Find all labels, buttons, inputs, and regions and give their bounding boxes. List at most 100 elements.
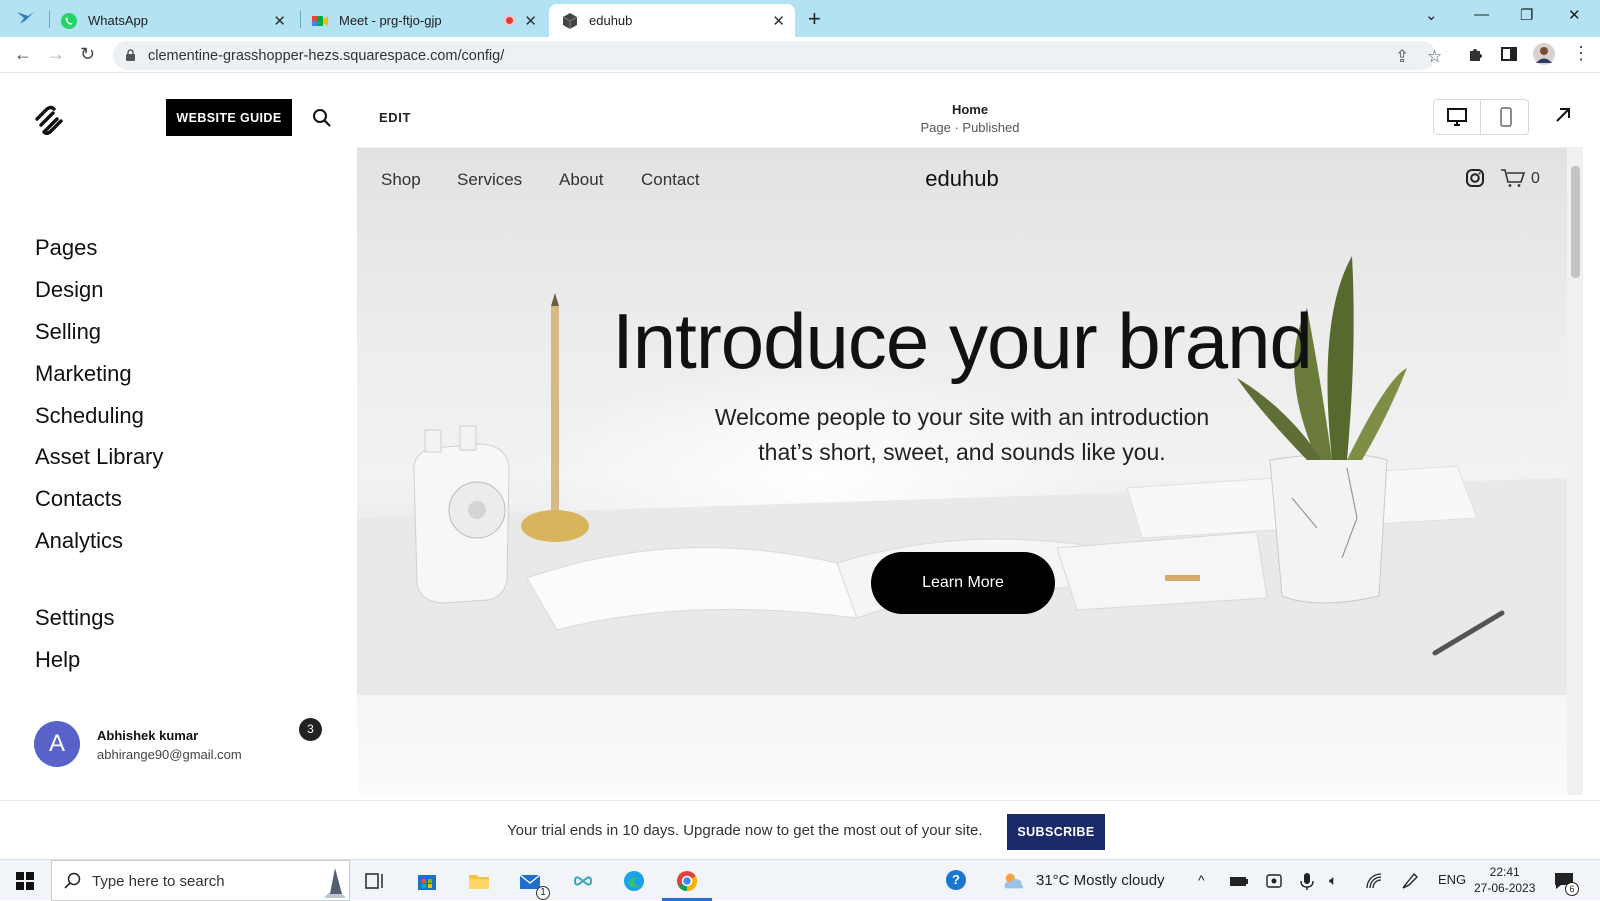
show-hidden-icons-icon[interactable]: ^ — [1198, 872, 1205, 888]
profile-avatar-icon[interactable] — [1532, 42, 1556, 66]
tab-whatsapp[interactable]: WhatsApp ✕ — [60, 4, 296, 37]
language-indicator[interactable]: ENG — [1438, 872, 1466, 887]
help-icon[interactable]: ? — [946, 870, 966, 890]
desktop-icon — [1447, 108, 1467, 126]
extensions-puzzle-icon[interactable] — [1467, 45, 1485, 63]
whatsapp-icon — [61, 12, 77, 29]
site-logo[interactable]: eduhub — [357, 166, 1567, 192]
close-tab-icon[interactable]: ✕ — [772, 12, 785, 30]
editor-header: EDIT Home Page · Published — [357, 90, 1583, 148]
clock[interactable]: 22:41 27-06-2023 — [1474, 864, 1535, 896]
restore-icon[interactable]: ❐ — [1520, 6, 1533, 24]
scrollbar-thumb[interactable] — [1571, 166, 1580, 278]
notification-badge[interactable]: 3 — [299, 718, 322, 741]
cart-icon[interactable] — [1500, 168, 1526, 188]
cart-count[interactable]: 0 — [1531, 170, 1540, 188]
reload-icon[interactable]: ↻ — [80, 44, 95, 65]
trial-message: Your trial ends in 10 days. Upgrade now … — [507, 822, 983, 839]
chrome-browser-icon[interactable] — [675, 869, 699, 893]
microsoft-store-icon[interactable] — [415, 869, 439, 893]
tab-label: WhatsApp — [88, 13, 148, 28]
microphone-icon[interactable] — [1297, 871, 1317, 891]
sidebar-item-pages[interactable]: Pages — [35, 235, 97, 261]
device-toggle — [1433, 99, 1529, 135]
avatar[interactable]: A — [34, 721, 80, 767]
tab-search-chevron-icon[interactable]: ⌄ — [1425, 6, 1438, 24]
website-guide-button[interactable]: WEBSITE GUIDE — [166, 99, 292, 136]
time: 22:41 — [1489, 865, 1520, 879]
chrome-menu-icon[interactable]: ⋮ — [1572, 43, 1590, 64]
browser-tab-strip: WhatsApp ✕ Meet - prg-ftjo-gjp ✕ eduhub … — [0, 0, 1600, 37]
bird-extension-icon[interactable] — [14, 8, 38, 28]
close-tab-icon[interactable]: ✕ — [524, 12, 537, 30]
sidebar-item-analytics[interactable]: Analytics — [35, 528, 123, 554]
sidebar-item-help[interactable]: Help — [35, 647, 80, 673]
taskbar-search-placeholder: Type here to search — [92, 873, 225, 890]
wifi-icon[interactable] — [1364, 871, 1384, 891]
tab-meet[interactable]: Meet - prg-ftjo-gjp ✕ — [311, 4, 547, 37]
edge-browser-icon[interactable] — [622, 869, 646, 893]
sidebar-item-contacts[interactable]: Contacts — [35, 486, 122, 512]
expand-arrow-icon[interactable] — [1554, 106, 1572, 124]
squarespace-logo-icon[interactable] — [33, 105, 65, 135]
windows-taskbar: Type here to search 1 ? 31°C Mostly clou… — [0, 859, 1600, 901]
mobile-view-button[interactable] — [1482, 100, 1529, 134]
desktop-view-button[interactable] — [1434, 100, 1481, 134]
subscribe-button[interactable]: SUBSCRIBE — [1007, 814, 1105, 850]
pen-workspace-icon[interactable] — [1400, 871, 1420, 891]
task-view-icon[interactable] — [363, 869, 387, 893]
search-highlight-image — [324, 868, 346, 898]
notification-count-badge: 6 — [1565, 882, 1579, 896]
tab-separator — [49, 10, 50, 28]
sidebar-item-asset-library[interactable]: Asset Library — [35, 444, 163, 470]
close-window-icon[interactable]: ✕ — [1568, 6, 1581, 24]
volume-icon[interactable]: 🔈︎ — [1329, 872, 1337, 889]
page-title: Home — [951, 102, 989, 117]
minimize-icon[interactable]: — — [1474, 6, 1489, 23]
share-icon[interactable]: ⇪ — [1395, 47, 1409, 67]
sidebar-item-marketing[interactable]: Marketing — [35, 361, 132, 387]
forward-icon[interactable]: → — [47, 44, 65, 65]
sidebar-item-settings[interactable]: Settings — [35, 605, 115, 631]
mail-badge: 1 — [536, 886, 550, 900]
trial-banner: Your trial ends in 10 days. Upgrade now … — [0, 800, 1600, 859]
windows-start-icon[interactable] — [16, 872, 34, 890]
close-tab-icon[interactable]: ✕ — [273, 12, 286, 30]
site-next-section — [357, 695, 1567, 795]
sidebar-item-scheduling[interactable]: Scheduling — [35, 403, 144, 429]
browser-toolbar: ← → ↻ clementine-grasshopper-hezs.square… — [0, 37, 1600, 73]
side-panel-icon[interactable] — [1500, 45, 1518, 63]
back-icon[interactable]: ← — [14, 44, 32, 65]
google-meet-icon — [312, 15, 328, 26]
bookmark-star-icon[interactable]: ☆ — [1427, 47, 1442, 67]
weather-cloud-icon[interactable] — [1002, 869, 1026, 893]
meet-now-icon[interactable] — [1264, 871, 1284, 891]
address-bar[interactable]: clementine-grasshopper-hezs.squarespace.… — [113, 41, 1442, 70]
hero-description: Welcome people to your site with an intr… — [714, 404, 1210, 465]
sidebar-item-design[interactable]: Design — [35, 277, 103, 303]
battery-icon[interactable] — [1229, 871, 1249, 891]
mobile-icon — [1499, 107, 1512, 127]
search-icon — [64, 872, 81, 889]
instagram-icon[interactable] — [1465, 168, 1485, 188]
user-name: Abhishek kumar — [97, 728, 199, 743]
tab-eduhub[interactable]: eduhub ✕ — [549, 4, 795, 37]
weather-text[interactable]: 31°C Mostly cloudy — [1036, 872, 1165, 889]
tab-separator — [300, 10, 301, 28]
page-status: Page · Published — [920, 120, 1020, 135]
tab-label: eduhub — [589, 13, 633, 28]
infinity-app-icon[interactable] — [571, 869, 595, 893]
file-explorer-icon[interactable] — [467, 869, 491, 893]
search-icon[interactable] — [312, 108, 332, 128]
url-text[interactable]: clementine-grasshopper-hezs.squarespace.… — [148, 48, 504, 64]
squarespace-sidebar: WEBSITE GUIDE Pages Design Selling Marke… — [0, 73, 350, 800]
learn-more-button[interactable]: Learn More — [871, 552, 1055, 614]
taskbar-search-box[interactable]: Type here to search — [51, 860, 350, 901]
site-preview: Shop Services About Contact eduhub 0 Int… — [357, 148, 1567, 695]
squarespace-cube-icon — [562, 12, 578, 29]
recording-indicator-icon — [504, 15, 515, 26]
new-tab-icon[interactable]: + — [808, 6, 821, 32]
sidebar-item-selling[interactable]: Selling — [35, 319, 101, 345]
tab-label: Meet - prg-ftjo-gjp — [339, 13, 442, 28]
user-email: abhirange90@gmail.com — [97, 747, 242, 762]
